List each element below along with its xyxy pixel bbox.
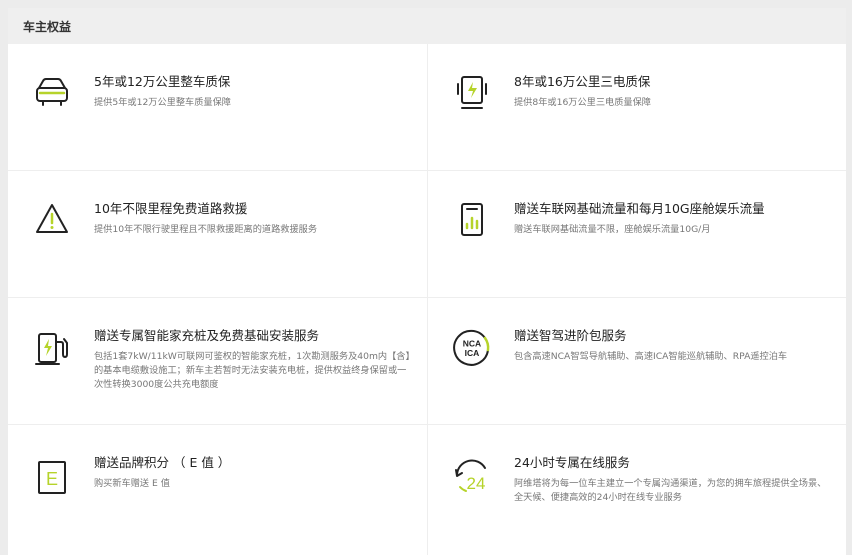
- battery-electric-icon: [452, 72, 492, 112]
- benefit-title: 赠送专属智能家充桩及免费基础安装服务: [94, 328, 320, 343]
- benefit-description: 包含高速NCA智驾导航辅助、高速ICA智能巡航辅助、RPA遥控泊车: [514, 351, 788, 362]
- owner-benefits-panel: 车主权益 5年或12万公里整车质保 提供5年或12万公里整车质量保障 8年或16…: [8, 8, 846, 555]
- benefit-card-data-traffic: 赠送车联网基础流量和每月10G座舱娱乐流量 赠送车联网基础流量不限，座舱娱乐流量…: [428, 171, 846, 297]
- panel-title: 车主权益: [8, 8, 846, 44]
- benefit-card-24h-service: 24 24小时专属在线服务 阿维塔将为每一位车主建立一个专属沟通渠道，为您的拥车…: [428, 425, 846, 555]
- benefit-title: 10年不限里程免费道路救援: [94, 201, 248, 216]
- benefit-description: 赠送车联网基础流量不限，座舱娱乐流量10G/月: [514, 224, 711, 235]
- 24h-service-icon: 24: [452, 457, 492, 497]
- benefit-card-brand-points: E 赠送品牌积分 （ E 值 ） 购买新车赠送 E 值: [8, 425, 427, 555]
- phone-data-icon: [452, 199, 492, 239]
- benefit-card-road-rescue: 10年不限里程免费道路救援 提供10年不限行驶里程且不限救援距离的道路救援服务: [8, 171, 427, 297]
- benefit-title: 赠送车联网基础流量和每月10G座舱娱乐流量: [514, 201, 765, 216]
- svg-text:24: 24: [467, 474, 486, 493]
- benefit-card-home-charger: 赠送专属智能家充桩及免费基础安装服务 包括1套7kW/11kW可联网可鉴权的智能…: [8, 298, 427, 424]
- benefit-card-smart-driving: NCA ICA 赠送智驾进阶包服务 包含高速NCA智驾导航辅助、高速ICA智能巡…: [428, 298, 846, 424]
- benefit-title: 5年或12万公里整车质保: [94, 74, 231, 89]
- benefit-description: 阿维塔将为每一位车主建立一个专属沟通渠道，为您的拥车旅程提供全场景、全天候、便捷…: [514, 478, 827, 503]
- benefit-card-battery-warranty: 8年或16万公里三电质保 提供8年或16万公里三电质量保障: [428, 44, 846, 170]
- benefit-description: 提供10年不限行驶里程且不限救援距离的道路救援服务: [94, 224, 318, 235]
- svg-text:NCA: NCA: [463, 339, 481, 349]
- benefit-description: 购买新车赠送 E 值: [94, 478, 170, 489]
- benefit-description: 提供8年或16万公里三电质量保障: [514, 97, 651, 108]
- benefit-title: 24小时专属在线服务: [514, 455, 630, 470]
- benefit-title: 赠送智驾进阶包服务: [514, 328, 627, 343]
- car-icon: [32, 72, 72, 112]
- warning-triangle-icon: [32, 199, 72, 239]
- e-points-icon: E: [32, 457, 72, 497]
- benefit-card-vehicle-warranty: 5年或12万公里整车质保 提供5年或12万公里整车质量保障: [8, 44, 427, 170]
- benefit-description: 提供5年或12万公里整车质量保障: [94, 97, 231, 108]
- benefit-title: 赠送品牌积分 （ E 值 ）: [94, 455, 231, 470]
- svg-text:ICA: ICA: [465, 348, 480, 358]
- benefits-grid: 5年或12万公里整车质保 提供5年或12万公里整车质量保障 8年或16万公里三电…: [8, 44, 846, 555]
- svg-text:E: E: [46, 469, 58, 489]
- benefit-description: 包括1套7kW/11kW可联网可鉴权的智能家充桩，1次勘测服务及40m内【含】的…: [94, 351, 411, 390]
- nca-ica-icon: NCA ICA: [452, 328, 492, 368]
- charging-pile-icon: [32, 328, 72, 368]
- benefit-title: 8年或16万公里三电质保: [514, 74, 651, 89]
